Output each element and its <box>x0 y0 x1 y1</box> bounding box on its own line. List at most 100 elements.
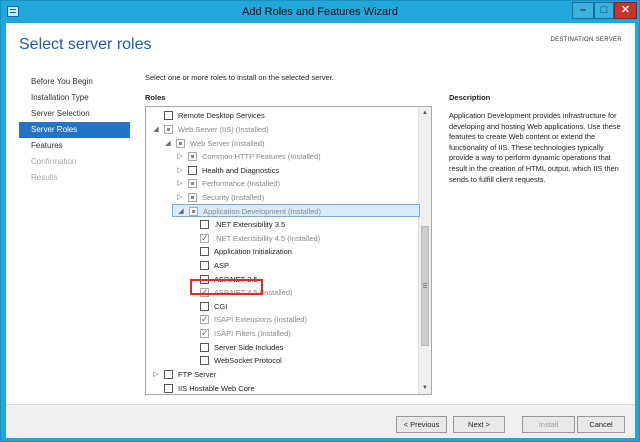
role-label: IIS Hostable Web Core <box>178 384 255 393</box>
expand-arrow-icon[interactable]: ▷ <box>176 191 184 204</box>
expand-arrow-icon[interactable]: ▷ <box>152 368 160 381</box>
role-label: .NET Extensibility 3.5 <box>214 220 286 229</box>
role-label: Health and Diagnostics <box>202 166 280 175</box>
instructions-text: Select one or more roles to install on t… <box>145 73 334 82</box>
next-button[interactable]: Next > <box>453 416 505 433</box>
scroll-grip-icon <box>423 283 427 284</box>
role-label: Performance (Installed) <box>202 179 280 188</box>
description-heading: Description <box>449 93 491 102</box>
page-title: Select server roles <box>19 36 152 53</box>
scroll-down-icon[interactable]: ▼ <box>419 382 431 394</box>
role-label: Security (Installed) <box>202 193 265 202</box>
description-text: Application Development provides infrast… <box>449 111 621 184</box>
expand-arrow-icon[interactable]: ▷ <box>176 150 184 163</box>
role-tree-row[interactable]: ISAPI Filters (Installed) <box>146 327 418 340</box>
window-title: Add Roles and Features Wizard <box>242 6 398 18</box>
asp-annotation-box <box>190 279 263 295</box>
role-label: WebSocket Protocol <box>214 356 282 365</box>
role-checkbox[interactable] <box>188 166 197 175</box>
previous-button[interactable]: < Previous <box>396 416 447 433</box>
roles-heading: Roles <box>145 93 166 102</box>
role-tree-row[interactable]: ▷ Security (Installed) <box>146 191 418 204</box>
role-tree-row[interactable]: WebSocket Protocol <box>146 354 418 367</box>
maximize-button[interactable]: □ <box>594 2 614 19</box>
role-checkbox[interactable] <box>189 207 198 216</box>
role-tree-row[interactable]: .NET Extensibility 3.5 <box>146 218 418 231</box>
expand-arrow-icon[interactable]: ▷ <box>176 177 184 190</box>
close-button[interactable]: ✕ <box>614 2 637 19</box>
role-tree-row[interactable]: ▷ FTP Server <box>146 368 418 381</box>
role-checkbox[interactable] <box>164 370 173 379</box>
role-checkbox[interactable] <box>200 247 209 256</box>
role-label: FTP Server <box>178 370 217 379</box>
title-bar[interactable]: Add Roles and Features Wizard – □ ✕ <box>1 1 639 23</box>
role-checkbox[interactable] <box>188 152 197 161</box>
role-checkbox[interactable] <box>200 261 209 270</box>
role-tree-row[interactable]: Server Side Includes <box>146 341 418 354</box>
role-checkbox[interactable] <box>200 232 209 245</box>
role-label: Web Server (Installed) <box>190 139 265 148</box>
role-label: Remote Desktop Services <box>178 111 265 120</box>
wizard-window: Add Roles and Features Wizard – □ ✕ Sele… <box>0 0 640 442</box>
role-label: ASP <box>214 261 230 270</box>
role-checkbox[interactable] <box>188 193 197 202</box>
role-label: CGI <box>214 302 228 311</box>
nav-item[interactable]: Installation Type <box>19 90 130 106</box>
role-tree-row[interactable]: ASP.NET 4.5 (Installed) <box>146 286 418 299</box>
scrollbar-thumb[interactable] <box>421 226 429 346</box>
role-label: Web Server (IIS) (Installed) <box>178 125 269 134</box>
nav-item[interactable]: Features <box>19 138 130 154</box>
role-label: Common HTTP Features (Installed) <box>202 152 321 161</box>
role-tree-row[interactable]: IIS Hostable Web Core <box>146 382 418 394</box>
roles-tree[interactable]: ▲ ▼ Remote Desktop Services ◢ Web Server (… <box>145 106 432 395</box>
collapse-arrow-icon[interactable]: ◢ <box>164 137 172 150</box>
nav-item[interactable]: Server Selection <box>19 106 130 122</box>
wizard-footer: < Previous Next > Install Cancel <box>6 404 635 438</box>
role-label: ISAPI Filters (Installed) <box>214 329 291 338</box>
collapse-arrow-icon[interactable]: ◢ <box>152 123 160 136</box>
role-tree-row[interactable]: Remote Desktop Services <box>146 109 418 122</box>
role-tree-row[interactable]: ◢ Web Server (IIS) (Installed) <box>146 123 418 136</box>
role-checkbox[interactable] <box>164 111 173 120</box>
role-checkbox[interactable] <box>176 139 185 148</box>
tree-scrollbar[interactable]: ▲ ▼ <box>418 107 431 394</box>
scroll-up-icon[interactable]: ▲ <box>419 107 431 119</box>
role-label: Application Development (Installed) <box>203 207 321 216</box>
install-button: Install <box>522 416 575 433</box>
role-tree-row[interactable]: ISAPI Extensions (Installed) <box>146 313 418 326</box>
role-checkbox[interactable] <box>200 302 209 311</box>
role-tree-row[interactable]: Application Initialization <box>146 245 418 258</box>
role-tree-row[interactable]: ◢ Web Server (Installed) <box>146 137 418 150</box>
collapse-arrow-icon[interactable]: ◢ <box>177 205 185 218</box>
role-checkbox[interactable] <box>200 343 209 352</box>
role-tree-row[interactable]: ASP.NET 3.5 <box>146 273 418 286</box>
nav-item[interactable]: Before You Begin <box>19 74 130 90</box>
nav-item-selected[interactable]: Server Roles <box>19 122 130 138</box>
wizard-steps-nav: Before You Begin Installation Type Serve… <box>19 74 130 186</box>
role-checkbox[interactable] <box>164 125 173 134</box>
role-label: ISAPI Extensions (Installed) <box>214 315 307 324</box>
role-tree-row[interactable]: ◢ Application Development (Installed) <box>172 204 420 217</box>
role-checkbox[interactable] <box>200 313 209 326</box>
role-tree-row[interactable]: ▷ Performance (Installed) <box>146 177 418 190</box>
role-tree-row[interactable]: ▷ Common HTTP Features (Installed) <box>146 150 418 163</box>
cancel-button[interactable]: Cancel <box>577 416 625 433</box>
expand-arrow-icon[interactable]: ▷ <box>176 164 184 177</box>
role-checkbox[interactable] <box>200 356 209 365</box>
role-tree-row[interactable]: CGI <box>146 300 418 313</box>
role-checkbox[interactable] <box>188 179 197 188</box>
role-checkbox[interactable] <box>164 384 173 393</box>
role-tree-row[interactable]: .NET Extensibility 4.5 (Installed) <box>146 232 418 245</box>
role-tree-row[interactable]: ASP <box>146 259 418 272</box>
role-tree-row[interactable]: ▷ Health and Diagnostics <box>146 164 418 177</box>
role-label: Server Side Includes <box>214 343 284 352</box>
role-label: .NET Extensibility 4.5 (Installed) <box>214 234 321 243</box>
role-checkbox[interactable] <box>200 327 209 340</box>
nav-item-disabled: Results <box>31 173 58 182</box>
wizard-client-area: Select server roles DESTINATION SERVER B… <box>6 23 635 438</box>
minimize-button[interactable]: – <box>572 2 594 19</box>
nav-item-disabled: Confirmation <box>31 157 77 166</box>
role-checkbox[interactable] <box>200 220 209 229</box>
role-label: Application Initialization <box>214 247 292 256</box>
header-divider <box>6 68 635 69</box>
